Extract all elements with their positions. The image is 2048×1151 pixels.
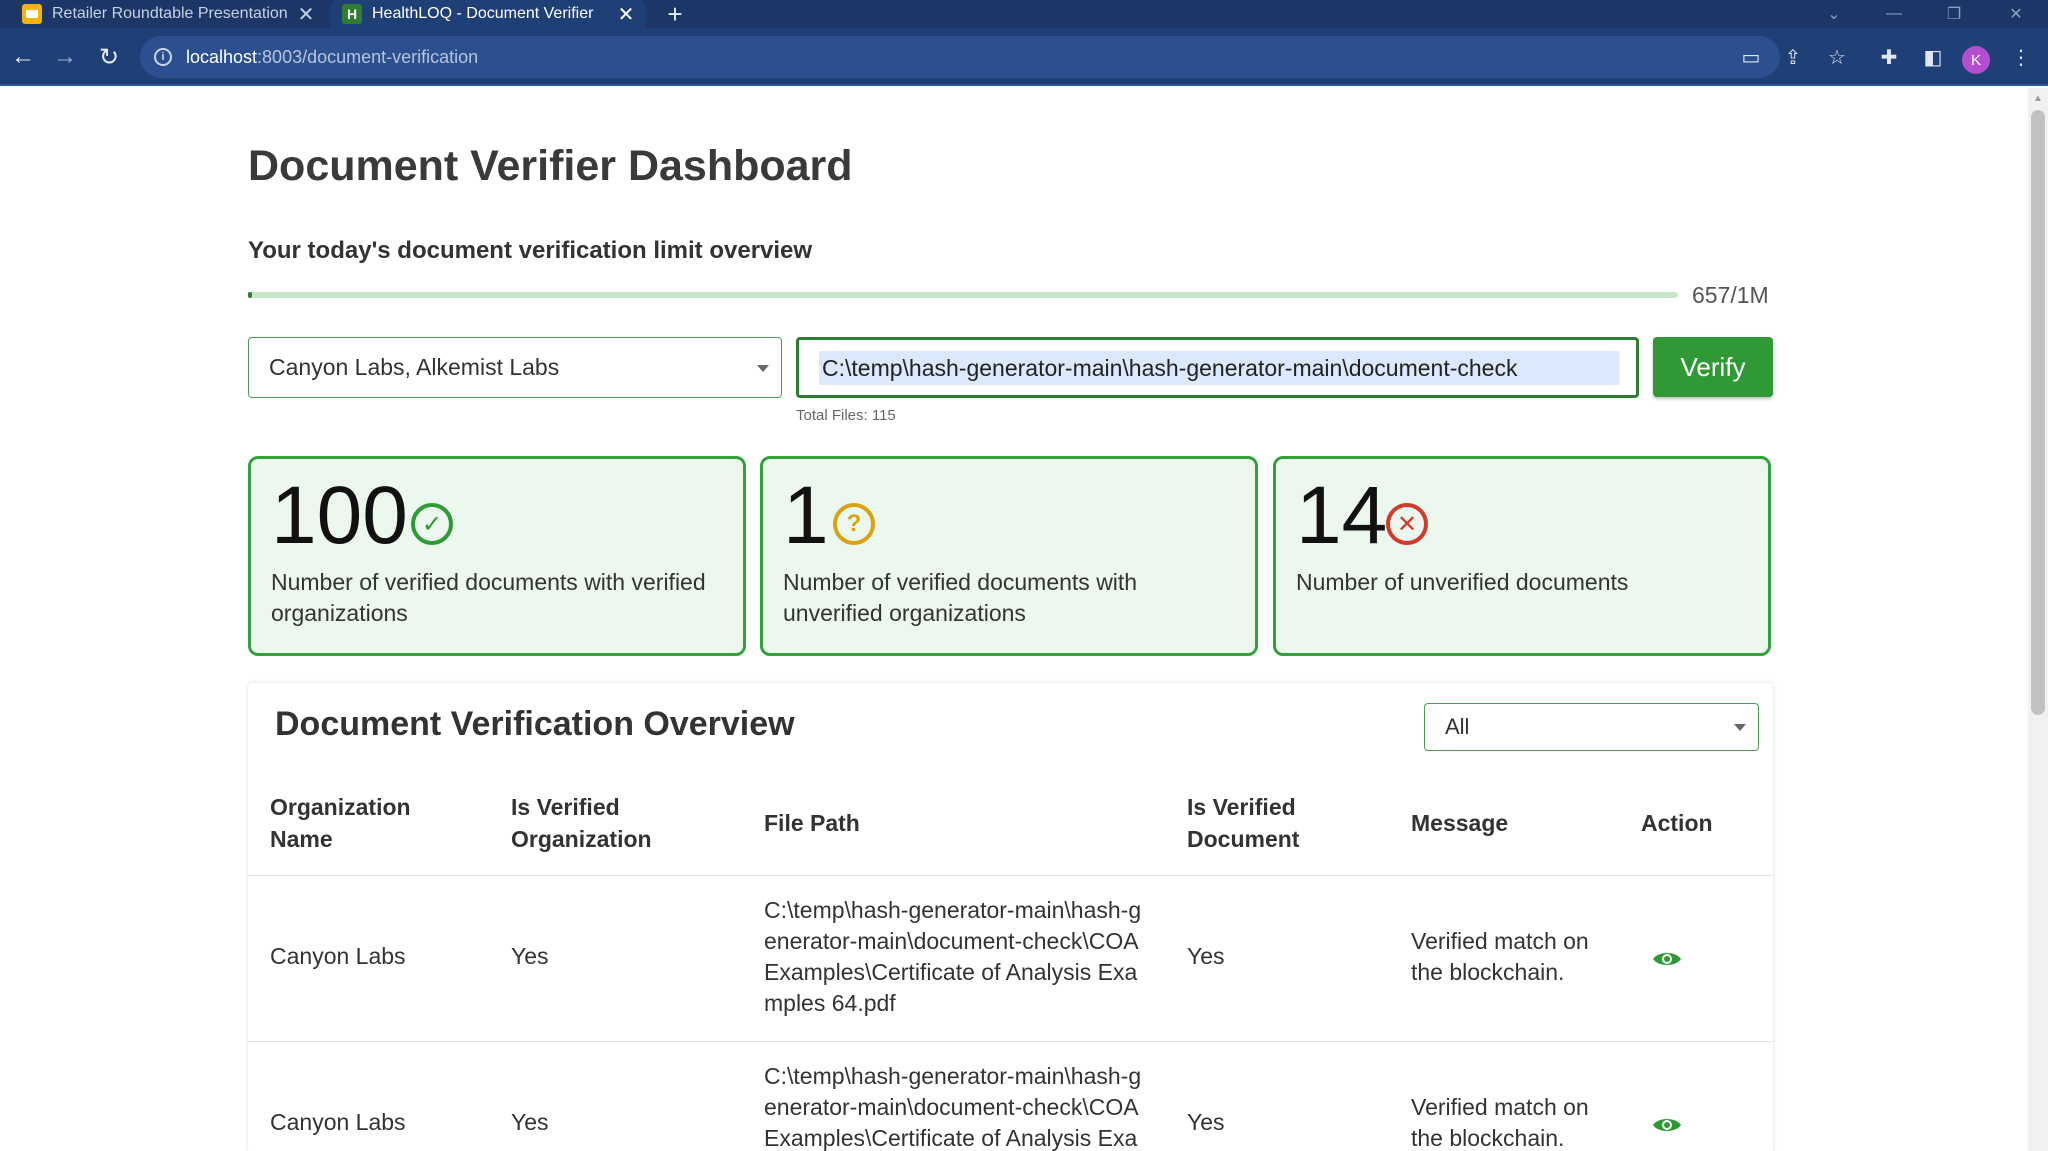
- overview-title: Document Verification Overview: [275, 705, 795, 743]
- close-icon[interactable]: ✕: [294, 2, 318, 26]
- stat-card-unverified-docs: 14 ✕ Number of unverified documents: [1273, 456, 1771, 656]
- header-divider: [248, 875, 1773, 876]
- menu-icon[interactable]: ⋮: [2006, 42, 2036, 72]
- scrollbar-thumb[interactable]: [2031, 110, 2045, 715]
- stat-card-verified-orgs: 100 ✓ Number of verified documents with …: [248, 456, 746, 656]
- chevron-down-icon: [1734, 724, 1746, 731]
- tab-title: HealthLOQ - Document Verifier: [372, 5, 594, 22]
- column-header-organization: Organization Name: [270, 794, 411, 852]
- stat-card-unverified-orgs: 1 ? Number of verified documents with un…: [760, 456, 1258, 656]
- cell-organization: Canyon Labs: [270, 1109, 406, 1135]
- limit-overview-heading: Your today's document verification limit…: [248, 237, 813, 264]
- slides-icon: [22, 4, 42, 24]
- cast-icon[interactable]: ▭: [1736, 42, 1766, 72]
- browser-toolbar: ← → ↻ i localhost:8003/document-verifica…: [0, 28, 2048, 86]
- stat-description: Number of verified documents with verifi…: [271, 569, 706, 626]
- page-scrollbar[interactable]: ▲: [2028, 88, 2048, 1151]
- cell-verified-org: Yes: [511, 1109, 549, 1135]
- column-header-file-path: File Path: [764, 810, 860, 836]
- tab-title: Retailer Roundtable Presentation: [52, 5, 288, 22]
- cell-message: Verified match on the blockchain.: [1411, 928, 1589, 985]
- cell-verified-doc: Yes: [1187, 943, 1225, 969]
- eye-icon[interactable]: [1652, 1115, 1682, 1135]
- back-icon[interactable]: ←: [6, 40, 40, 74]
- check-circle-icon: ✓: [411, 503, 453, 545]
- organization-select[interactable]: Canyon Labs, Alkemist Labs: [248, 337, 782, 398]
- new-tab-button[interactable]: +: [660, 0, 690, 29]
- column-header-verified-doc: Is Verified Document: [1187, 794, 1300, 852]
- side-panel-icon[interactable]: ◧: [1918, 42, 1948, 72]
- verification-overview-panel: Document Verification Overview All Organ…: [248, 683, 1773, 1151]
- question-circle-icon: ?: [833, 503, 875, 545]
- reload-icon[interactable]: ↻: [92, 40, 126, 74]
- restore-icon[interactable]: ❐: [1934, 0, 1974, 28]
- organization-select-value: Canyon Labs, Alkemist Labs: [269, 354, 560, 380]
- extensions-icon[interactable]: ✚: [1874, 42, 1904, 72]
- chevron-down-icon: [757, 364, 769, 372]
- usage-label: 657/1M: [1692, 282, 1769, 308]
- profile-avatar[interactable]: K: [1962, 46, 1990, 74]
- forward-icon[interactable]: →: [48, 40, 82, 74]
- file-path-field[interactable]: [796, 337, 1639, 398]
- cell-verified-doc: Yes: [1187, 1109, 1225, 1135]
- status-filter-value: All: [1445, 714, 1470, 739]
- cell-message: Verified match on the blockchain.: [1411, 1094, 1589, 1151]
- page-title: Document Verifier Dashboard: [248, 142, 853, 190]
- browser-tab-retailer[interactable]: Retailer Roundtable Presentation ✕: [10, 0, 326, 28]
- stat-description: Number of verified documents with unveri…: [783, 569, 1138, 626]
- x-circle-icon: ✕: [1386, 503, 1428, 545]
- stat-description: Number of unverified documents: [1296, 569, 1629, 595]
- usage-progress-fill: [248, 292, 252, 298]
- eye-icon[interactable]: [1652, 949, 1682, 969]
- cell-verified-org: Yes: [511, 943, 549, 969]
- file-path-input[interactable]: [819, 351, 1619, 385]
- column-header-message: Message: [1411, 810, 1509, 836]
- row-divider: [248, 1041, 1773, 1042]
- address-bar[interactable]: i localhost:8003/document-verification: [140, 36, 1780, 78]
- healthloq-icon: H: [342, 4, 362, 24]
- url-text: localhost:8003/document-verification: [186, 46, 479, 67]
- status-filter-select[interactable]: All: [1424, 703, 1759, 751]
- tab-search-icon[interactable]: ⌄: [1814, 0, 1854, 28]
- window-close-icon[interactable]: ✕: [1996, 0, 2036, 28]
- minimize-icon[interactable]: —: [1874, 0, 1914, 28]
- browser-tab-strip: Retailer Roundtable Presentation ✕ H Hea…: [0, 0, 2048, 29]
- stat-count: 14: [1296, 470, 1388, 561]
- column-header-verified-org: Is Verified Organization: [511, 794, 652, 852]
- total-files-count: Total Files: 115: [796, 407, 896, 424]
- bookmark-star-icon[interactable]: ☆: [1822, 42, 1852, 72]
- column-header-action: Action: [1641, 810, 1713, 836]
- cell-file-path: C:\temp\hash-generator-main\hash-generat…: [764, 897, 1142, 1016]
- share-icon[interactable]: ⇪: [1778, 42, 1808, 72]
- verify-button[interactable]: Verify: [1653, 337, 1773, 397]
- cell-file-path: C:\temp\hash-generator-main\hash-generat…: [764, 1063, 1142, 1151]
- cell-organization: Canyon Labs: [270, 943, 406, 969]
- stat-count: 100: [271, 470, 408, 561]
- usage-progress-bar: [248, 292, 1678, 298]
- stat-count: 1: [783, 470, 829, 561]
- scroll-up-icon[interactable]: ▲: [2028, 88, 2048, 108]
- info-icon[interactable]: i: [154, 48, 172, 66]
- close-icon[interactable]: ✕: [614, 2, 638, 26]
- browser-tab-healthloq[interactable]: H HealthLOQ - Document Verifier ✕: [330, 0, 646, 28]
